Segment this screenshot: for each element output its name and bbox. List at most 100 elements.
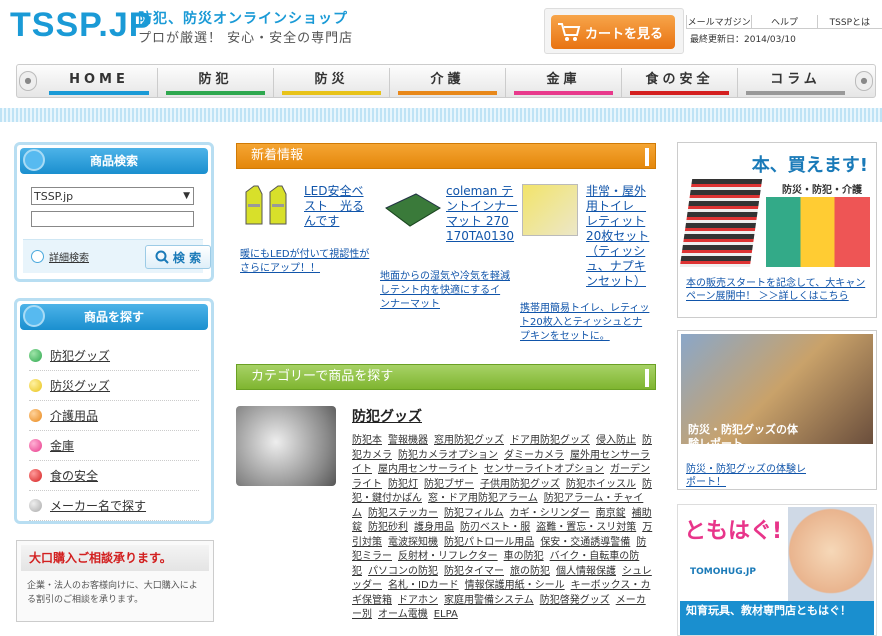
- crime-goods-tag-link[interactable]: パソコンの防犯: [368, 566, 438, 577]
- category-item-safe[interactable]: 金庫: [29, 431, 199, 461]
- bulk-purchase-title: 大口購入ご相談承ります。: [21, 545, 209, 571]
- tomohug-title: ともはぐ!: [684, 519, 783, 544]
- crime-goods-tag-list: 防犯本 警報機器 窓用防犯グッズ ドア用防犯グッズ 侵入防止 防犯カメラ 防犯カメラオプショ…: [352, 434, 655, 623]
- news-item-1-title[interactable]: LED安全ベスト 光るんです: [304, 184, 374, 229]
- site-logo[interactable]: TSSP.JP: [10, 6, 152, 45]
- about-link[interactable]: TSSPとは: [816, 14, 882, 28]
- book-banner[interactable]: 本、買えます! 防災・防犯・介護 本の販売スタートを記念して、大キャンペーン展開…: [677, 142, 877, 318]
- crime-goods-tag-link[interactable]: 防犯砂利: [368, 522, 408, 533]
- search-bubble-icon: [23, 149, 45, 171]
- crime-goods-tag-link[interactable]: 盗難・置忘・スリ対策: [536, 522, 636, 533]
- category-list: 防犯グッズ 防災グッズ 介護用品 金庫 食の安全 メーカー名で探す: [29, 341, 199, 521]
- tomohug-domain: TOMOHUG.JP: [690, 567, 756, 577]
- book-campaign-link[interactable]: 本の販売スタートを記念して、大キャンペーン展開中！ ＞＞詳しくはこちら: [686, 277, 872, 303]
- crime-goods-tag-link[interactable]: 防犯カメラオプション: [398, 450, 498, 461]
- last-updated: 最終更新日：2014/03/10: [690, 35, 796, 45]
- advanced-search-link[interactable]: 詳細検索: [49, 249, 89, 264]
- security-light-image[interactable]: [236, 406, 336, 486]
- nav-column[interactable]: コラム: [737, 68, 853, 98]
- search-scope-select[interactable]: TSSP.jp ▼: [31, 187, 194, 205]
- help-link[interactable]: ヘルプ: [751, 14, 816, 28]
- nav-disaster-prevention[interactable]: 防災: [273, 68, 389, 98]
- search-input[interactable]: [31, 211, 194, 227]
- report-link[interactable]: 防災・防犯グッズの体験レポート！: [686, 463, 806, 489]
- nav-care[interactable]: 介護: [389, 68, 505, 98]
- crime-goods-tag-link[interactable]: 南京錠: [596, 508, 626, 519]
- news-section-title: 新着情報: [236, 143, 656, 169]
- search-box: 商品検索 TSSP.jp ▼ 詳細検索 検 索: [14, 142, 214, 282]
- nav-home[interactable]: HOME: [41, 68, 157, 98]
- crime-goods-tag-link[interactable]: ドアホン: [398, 595, 438, 606]
- tagline-main: 防犯、防災オンラインショップ: [138, 11, 348, 27]
- crime-goods-tag-link[interactable]: 防犯ステッカー: [368, 508, 438, 519]
- category-item-disaster[interactable]: 防災グッズ: [29, 371, 199, 401]
- crime-goods-title[interactable]: 防犯グッズ: [352, 406, 422, 426]
- crime-goods-tag-link[interactable]: 侵入防止: [596, 435, 636, 446]
- category-item-maker[interactable]: メーカー名で探す: [29, 491, 199, 521]
- crime-goods-tag-link[interactable]: ダミーカメラ: [504, 450, 564, 461]
- news-item-3-title[interactable]: 非常・屋外用トイレ レティット 20枚セット（ティッシュ、ナプキンセット）: [586, 184, 654, 289]
- crime-goods-tag-link[interactable]: 護身用品: [414, 522, 454, 533]
- yellow-ball-icon: [29, 379, 42, 392]
- crime-goods-tag-link[interactable]: 防犯啓発グッズ: [540, 595, 610, 606]
- mail-magazine-link[interactable]: メールマガジン: [686, 14, 751, 28]
- view-cart-button[interactable]: カートを見る: [551, 15, 675, 49]
- category-item-food[interactable]: 食の安全: [29, 461, 199, 491]
- crime-goods-tag-link[interactable]: 旅の防犯: [510, 566, 550, 577]
- wifi-bubble-icon: [23, 305, 45, 327]
- news-item-1-desc[interactable]: 暖にもLEDが付いて視認性がさらにアップ！！: [240, 248, 375, 276]
- news-item-2-desc[interactable]: 地面からの湿気や冷気を軽減しテント内を快適にするインナーマット: [380, 270, 510, 312]
- crime-goods-tag-link[interactable]: 電波探知機: [388, 537, 438, 548]
- crime-goods-tag-link[interactable]: センサーライトオプション: [484, 464, 604, 475]
- crime-goods-tag-link[interactable]: 防犯ホイッスル: [566, 479, 636, 490]
- crime-goods-tag-link[interactable]: 屋内用センサーライト: [378, 464, 478, 475]
- crime-goods-tag-link[interactable]: 防犯タイマー: [444, 566, 504, 577]
- crime-goods-tag-link[interactable]: カギ・シリンダー: [510, 508, 590, 519]
- nav-food-safety[interactable]: 食の安全: [621, 68, 737, 98]
- category-item-crime[interactable]: 防犯グッズ: [29, 341, 199, 371]
- tomohug-banner[interactable]: ともはぐ! TOMOHUG.JP 知育玩具、教材専門店ともはぐ！: [677, 504, 877, 636]
- news-item-3-desc[interactable]: 携帯用簡易トイレ、レティット20枚入とティッシュとナプキンをセットに。: [520, 302, 652, 344]
- crime-goods-tag-link[interactable]: オーム電機: [378, 609, 428, 620]
- news-item-2-title[interactable]: coleman テントインナーマット 270 170TA0130: [446, 184, 520, 244]
- crime-goods-tag-link[interactable]: 防刃ベスト・服: [460, 522, 530, 533]
- book-covers-image: [766, 197, 870, 267]
- red-ball-icon: [29, 469, 42, 482]
- bulk-purchase-box[interactable]: 大口購入ご相談承ります。 企業・法人のお客様向けに、大口購入による割引のご相談を…: [16, 540, 214, 622]
- report-banner[interactable]: 防災・防犯グッズの体験レポート 防災・防犯グッズの体験レポート！: [677, 330, 877, 490]
- crime-goods-tag-link[interactable]: 家庭用警備システム: [444, 595, 534, 606]
- crime-goods-tag-link[interactable]: 防犯本: [352, 435, 382, 446]
- section-bar-icon: [645, 369, 649, 387]
- crime-goods-tag-link[interactable]: 防犯フィルム: [444, 508, 504, 519]
- nav-crime-prevention[interactable]: 防犯: [157, 68, 273, 98]
- nav-safe[interactable]: 金庫: [505, 68, 621, 98]
- crime-goods-tag-link[interactable]: ドア用防犯グッズ: [510, 435, 590, 446]
- crime-goods-tag-link[interactable]: 車の防犯: [504, 551, 544, 562]
- crime-goods-tag-link[interactable]: ELPA: [434, 609, 458, 620]
- crime-goods-tag-link[interactable]: 名札・IDカード: [388, 580, 459, 591]
- category-box-title: 商品を探す: [20, 304, 208, 330]
- crime-goods-tag-link[interactable]: 情報保護用紙・シール: [465, 580, 565, 591]
- crime-goods-tag-link[interactable]: 防犯ブザー: [424, 479, 474, 490]
- tent-mat-image: [385, 193, 441, 227]
- book-stack-image: [679, 179, 763, 267]
- book-banner-title: 本、買えます!: [751, 155, 868, 176]
- bulk-purchase-text: 企業・法人のお客様向けに、大口購入による割引のご相談を承ります。: [27, 581, 198, 605]
- crime-goods-tag-link[interactable]: 子供用防犯グッズ: [480, 479, 560, 490]
- safety-vest-image: [245, 185, 287, 225]
- nav-prev-icon[interactable]: ●: [19, 71, 37, 91]
- crime-goods-tag-link[interactable]: 個人情報保護: [556, 566, 616, 577]
- category-section-title: カテゴリーで商品を探す: [236, 364, 656, 390]
- green-ball-icon: [29, 349, 42, 362]
- nav-next-icon[interactable]: ●: [855, 71, 873, 91]
- search-button[interactable]: 検 索: [145, 245, 211, 269]
- main-nav: ● HOME 防犯 防災 介護 金庫 食の安全 コラム ●: [16, 64, 876, 98]
- crime-goods-tag-link[interactable]: 窓・ドア用防犯アラーム: [428, 493, 538, 504]
- crime-goods-tag-link[interactable]: 防犯パトロール用品: [444, 537, 534, 548]
- crime-goods-tag-link[interactable]: 反射材・リフレクター: [398, 551, 498, 562]
- crime-goods-tag-link[interactable]: 警報機器: [388, 435, 428, 446]
- crime-goods-tag-link[interactable]: 保安・交通誘導警備: [540, 537, 630, 548]
- crime-goods-tag-link[interactable]: 防犯灯: [388, 479, 418, 490]
- category-item-care[interactable]: 介護用品: [29, 401, 199, 431]
- crime-goods-tag-link[interactable]: 窓用防犯グッズ: [434, 435, 504, 446]
